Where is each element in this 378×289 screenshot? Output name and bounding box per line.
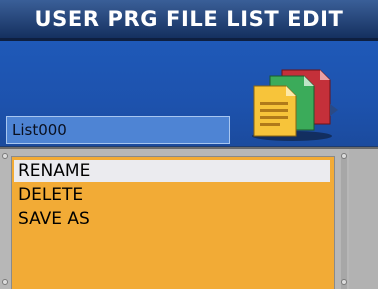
- documents-icon: [252, 69, 338, 141]
- file-name-field[interactable]: List000: [6, 116, 230, 144]
- scrollbar[interactable]: [341, 156, 347, 289]
- scroll-top-indicator: [341, 153, 347, 159]
- scroll-bottom-indicator: [341, 279, 347, 285]
- menu-item-delete[interactable]: DELETE: [18, 184, 334, 206]
- file-name-text: List000: [12, 121, 67, 139]
- menu-list: RENAME DELETE SAVE AS: [11, 156, 335, 289]
- screen: USER PRG FILE LIST EDIT List000 RENAME D…: [0, 0, 378, 289]
- window-title: USER PRG FILE LIST EDIT: [34, 7, 344, 31]
- side-panel: [349, 149, 378, 289]
- menu-frame: RENAME DELETE SAVE AS: [0, 147, 378, 289]
- menu-item-save-as[interactable]: SAVE AS: [18, 208, 334, 230]
- corner-indicator: [2, 279, 8, 285]
- corner-indicator: [2, 153, 8, 159]
- menu-item-rename[interactable]: RENAME: [14, 160, 330, 182]
- title-bar: USER PRG FILE LIST EDIT: [0, 0, 378, 38]
